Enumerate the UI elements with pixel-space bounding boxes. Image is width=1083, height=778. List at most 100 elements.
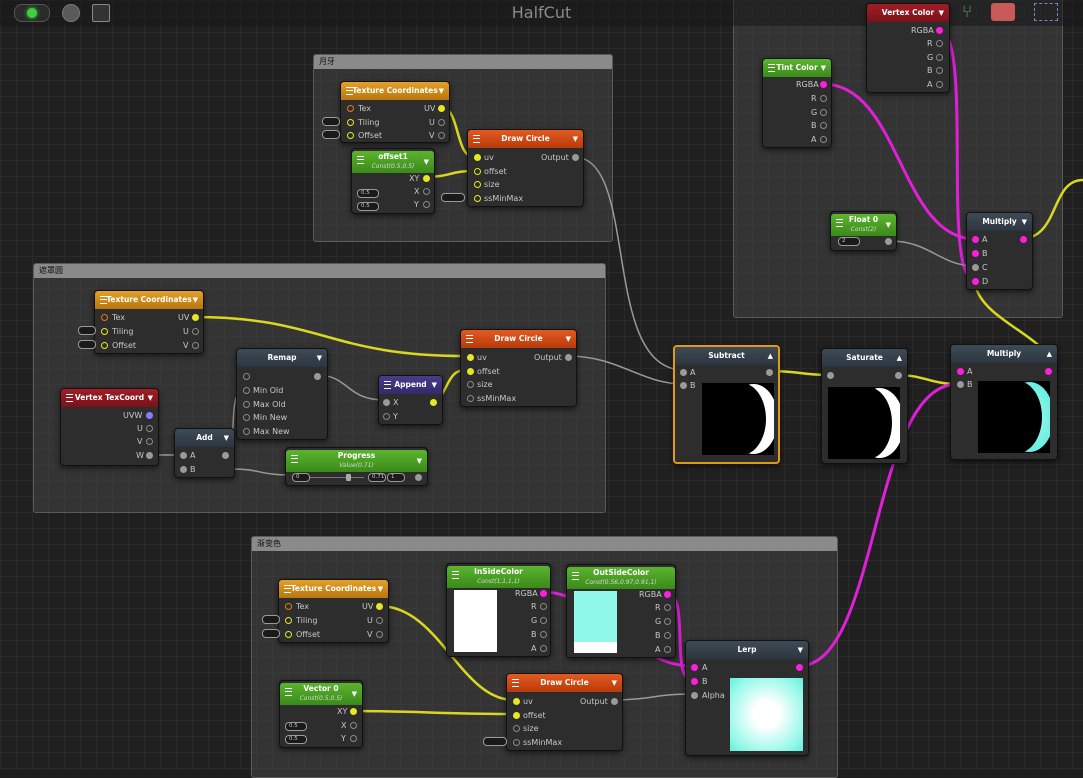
tex-port[interactable] bbox=[285, 603, 292, 610]
menu-icon[interactable] bbox=[452, 571, 459, 579]
progress-slider-track[interactable] bbox=[310, 477, 364, 478]
a-in-port[interactable] bbox=[691, 664, 698, 671]
menu-icon[interactable] bbox=[512, 679, 519, 687]
uv-out-port[interactable] bbox=[192, 314, 199, 321]
a-out-port[interactable] bbox=[540, 645, 547, 652]
saturate-in-port[interactable] bbox=[827, 372, 834, 379]
chevron-down-icon[interactable]: ▼ bbox=[439, 82, 444, 100]
xy-out-port[interactable] bbox=[350, 708, 357, 715]
r-out-port[interactable] bbox=[540, 603, 547, 610]
y-out-port[interactable] bbox=[423, 201, 430, 208]
value-field[interactable]: 0.71 bbox=[368, 473, 386, 482]
chevron-down-icon[interactable]: ▼ bbox=[317, 349, 322, 367]
float-out-port[interactable] bbox=[885, 238, 892, 245]
a-out-port[interactable] bbox=[664, 646, 671, 653]
float-value-field[interactable]: 2 bbox=[838, 237, 860, 246]
a-in-port[interactable] bbox=[180, 452, 187, 459]
y-value-field[interactable]: 0.5 bbox=[357, 202, 379, 211]
b-in-port[interactable] bbox=[180, 466, 187, 473]
multiply-out-port[interactable] bbox=[1020, 236, 1027, 243]
chevron-down-icon[interactable]: ▼ bbox=[573, 130, 578, 148]
chevron-down-icon[interactable]: ▼ bbox=[352, 688, 357, 700]
node-header[interactable]: OutSideColor Const(0.56,0.97,0.91,1) bbox=[567, 567, 675, 589]
output-port[interactable] bbox=[611, 698, 618, 705]
node-header[interactable]: Saturate ▲ bbox=[822, 349, 907, 367]
uv-in-port[interactable] bbox=[474, 154, 481, 161]
node-header[interactable]: Vertex TexCoord ▼ bbox=[61, 389, 158, 407]
chevron-down-icon[interactable]: ▼ bbox=[432, 376, 437, 394]
u-out-port[interactable] bbox=[438, 119, 445, 126]
tiling-port[interactable] bbox=[347, 119, 354, 126]
ssminmax-in-port[interactable] bbox=[474, 195, 481, 202]
v-out-port[interactable] bbox=[376, 631, 383, 638]
x-out-port[interactable] bbox=[350, 722, 357, 729]
u-out-port[interactable] bbox=[146, 425, 153, 432]
node-header[interactable]: Draw Circle ▼ bbox=[507, 674, 622, 692]
node-vertex-color[interactable]: Vertex Color ▼ RGBA R G B A bbox=[866, 3, 950, 93]
chevron-down-icon[interactable]: ▼ bbox=[798, 641, 803, 659]
node-texture-coordinates[interactable]: Texture Coordinates ▼ Tex Tiling Offset … bbox=[94, 290, 204, 354]
node-offset1[interactable]: offset1 Const(0.5,0.5) ▼ XY 0.5 X 0.5 Y bbox=[351, 148, 435, 214]
node-header[interactable]: Texture Coordinates ▼ bbox=[279, 580, 388, 598]
node-add[interactable]: Add ▼ A B bbox=[174, 428, 235, 478]
append-out-port[interactable] bbox=[430, 399, 437, 406]
chevron-down-icon[interactable]: ▼ bbox=[193, 291, 198, 309]
rgba-out-port[interactable] bbox=[664, 591, 671, 598]
node-progress[interactable]: Progress Value(0.71) ▼ 0 0.71 1 bbox=[285, 447, 428, 486]
menu-icon[interactable] bbox=[572, 572, 579, 580]
node-outside-color[interactable]: OutSideColor Const(0.56,0.97,0.91,1) RGB… bbox=[566, 564, 676, 658]
menu-icon[interactable] bbox=[357, 156, 364, 164]
chevron-up-icon[interactable]: ▲ bbox=[1047, 345, 1052, 363]
max-value-field[interactable]: 1 bbox=[387, 473, 405, 482]
c-in-port[interactable] bbox=[972, 264, 979, 271]
ssminmax-in-port[interactable] bbox=[513, 739, 520, 746]
node-float0[interactable]: Float 0 Const(2) ▼ 2 bbox=[830, 211, 897, 251]
chevron-up-icon[interactable]: ▲ bbox=[897, 349, 902, 367]
node-vertex-texcoord[interactable]: Vertex TexCoord ▼ UVW U V W bbox=[60, 388, 159, 466]
node-header[interactable]: Tint Color ▼ bbox=[763, 59, 831, 77]
b-in-port[interactable] bbox=[691, 678, 698, 685]
node-header[interactable]: Subtract ▲ bbox=[675, 347, 778, 365]
node-header[interactable]: Texture Coordinates ▼ bbox=[341, 82, 449, 100]
node-header[interactable]: Texture Coordinates ▼ bbox=[95, 291, 203, 309]
share-icon[interactable]: ⑂ bbox=[962, 3, 972, 21]
x-in-port[interactable] bbox=[383, 399, 390, 406]
offset-in-port[interactable] bbox=[513, 712, 520, 719]
v-out-port[interactable] bbox=[438, 132, 445, 139]
max-old-port[interactable] bbox=[243, 401, 250, 408]
expand-icon[interactable] bbox=[1034, 3, 1058, 21]
output-port[interactable] bbox=[565, 354, 572, 361]
node-vector0[interactable]: Vector 0 Const(0.5,0.5) ▼ XY 0.5 X 0.5 Y bbox=[279, 680, 363, 748]
ssminmax-in-port[interactable] bbox=[467, 395, 474, 402]
alpha-in-port[interactable] bbox=[691, 692, 698, 699]
rgba-out-port[interactable] bbox=[936, 27, 943, 34]
menu-icon[interactable] bbox=[66, 394, 73, 402]
node-header[interactable]: Lerp ▼ bbox=[686, 641, 808, 659]
r-out-port[interactable] bbox=[820, 95, 827, 102]
min-old-port[interactable] bbox=[243, 387, 250, 394]
multiply-out-port[interactable] bbox=[1045, 368, 1052, 375]
tex-port[interactable] bbox=[347, 105, 354, 112]
node-header[interactable]: InSideColor Const(1,1,1,1) bbox=[447, 566, 550, 588]
b-out-port[interactable] bbox=[936, 67, 943, 74]
offset-chip[interactable] bbox=[78, 340, 96, 349]
ssminmax-chip[interactable] bbox=[483, 737, 507, 746]
offset-in-port[interactable] bbox=[467, 368, 474, 375]
b-in-port[interactable] bbox=[972, 250, 979, 257]
node-header[interactable]: Multiply ▲ bbox=[951, 345, 1057, 363]
uv-in-port[interactable] bbox=[467, 354, 474, 361]
node-multiply-color[interactable]: Multiply ▼ A B C D bbox=[966, 212, 1033, 290]
uv-out-port[interactable] bbox=[438, 105, 445, 112]
rgba-out-port[interactable] bbox=[820, 81, 827, 88]
node-header[interactable]: Vector 0 Const(0.5,0.5) ▼ bbox=[280, 683, 362, 705]
a-out-port[interactable] bbox=[820, 136, 827, 143]
x-value-field[interactable]: 0.5 bbox=[357, 189, 379, 198]
a-in-port[interactable] bbox=[957, 368, 964, 375]
min-new-port[interactable] bbox=[243, 414, 250, 421]
node-header[interactable]: Add ▼ bbox=[175, 429, 234, 447]
node-lerp[interactable]: Lerp ▼ A B Alpha bbox=[685, 640, 809, 756]
g-out-port[interactable] bbox=[664, 618, 671, 625]
lerp-out-port[interactable] bbox=[796, 664, 803, 671]
menu-icon[interactable] bbox=[284, 585, 291, 593]
ssminmax-chip[interactable] bbox=[441, 193, 465, 202]
